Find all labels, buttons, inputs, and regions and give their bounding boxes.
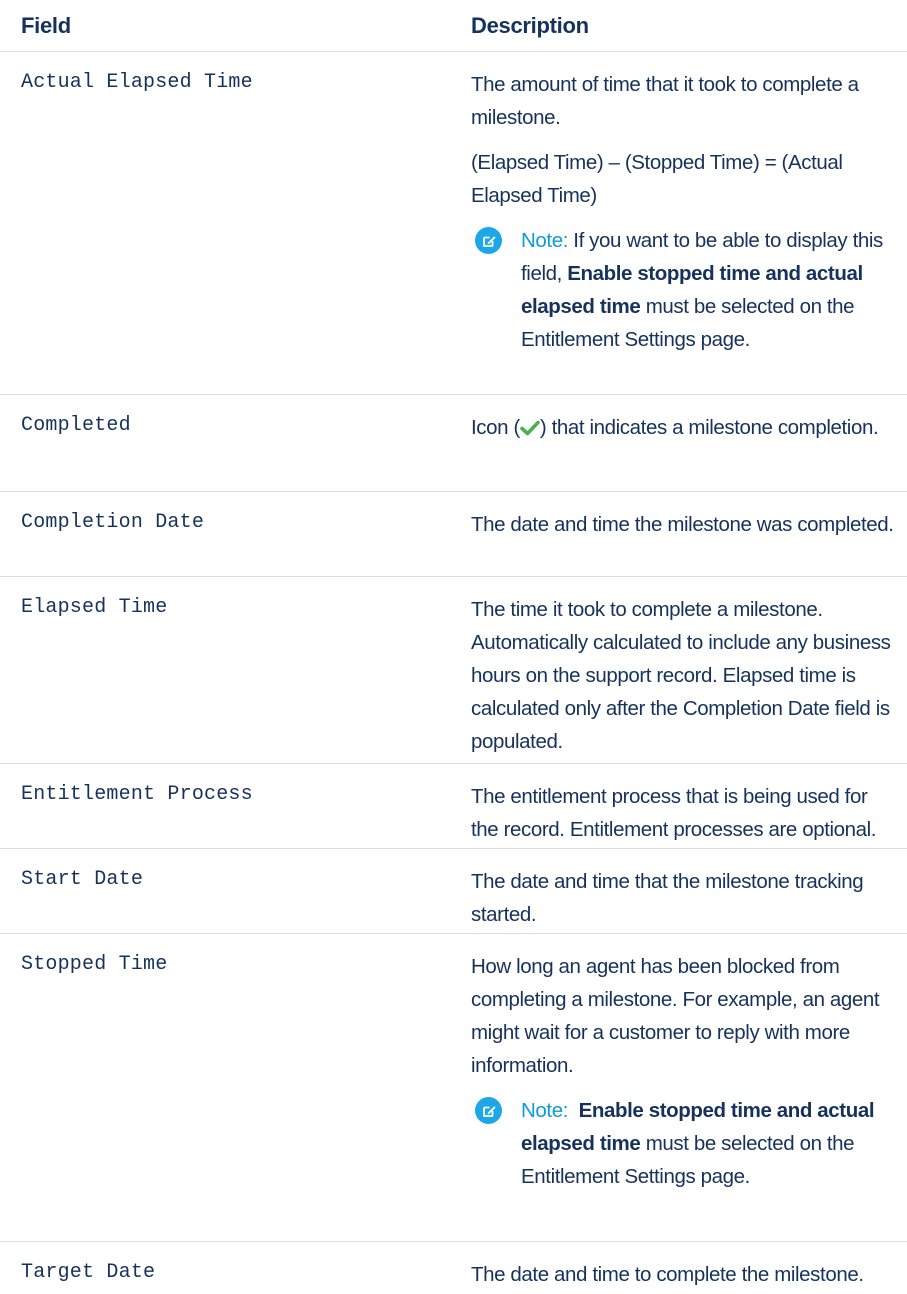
edit-note-icon — [475, 1097, 502, 1124]
table-row: Start Date The date and time that the mi… — [0, 849, 907, 934]
note-label: Note: — [521, 1099, 568, 1122]
description-text: The date and time to complete the milest… — [471, 1263, 864, 1286]
fields-table: Field Description Actual Elapsed Time Th… — [0, 0, 907, 1294]
field-description: Icon ( ) that indicates a milestone compl… — [471, 395, 907, 491]
field-name: Completion Date — [21, 511, 205, 534]
table-header: Field Description — [0, 0, 907, 52]
edit-note-icon — [475, 227, 502, 254]
description-text: The date and time that the milestone tra… — [471, 870, 864, 926]
table-row: Actual Elapsed Time The amount of time t… — [0, 52, 907, 395]
field-name: Elapsed Time — [21, 596, 168, 619]
note-callout: Note: Enable stopped time and actual ela… — [471, 1094, 899, 1193]
description-post: ) that indicates a milestone completion. — [539, 416, 879, 439]
description-text: The amount of time that it took to compl… — [471, 73, 859, 129]
field-description: The amount of time that it took to compl… — [471, 52, 907, 394]
description-text: The time it took to complete a milestone… — [471, 598, 891, 753]
description-text: The date and time the milestone was comp… — [471, 513, 894, 536]
description-text: The entitlement process that is being us… — [471, 785, 877, 841]
field-name: Entitlement Process — [21, 783, 253, 806]
field-name: Completed — [21, 414, 131, 437]
note-body: Note: If you want to be able to display … — [521, 224, 899, 356]
note-callout: Note: If you want to be able to display … — [471, 224, 899, 356]
field-description: The date and time the milestone was comp… — [471, 492, 907, 576]
field-description: The date and time to complete the milest… — [471, 1242, 907, 1294]
field-name: Stopped Time — [21, 953, 168, 976]
note-label: Note: — [521, 229, 568, 252]
field-name: Start Date — [21, 868, 144, 891]
formula-text: (Elapsed Time) – (Stopped Time) = (Actua… — [471, 151, 843, 207]
field-name: Actual Elapsed Time — [21, 71, 253, 94]
field-description: The date and time that the milestone tra… — [471, 849, 907, 933]
table-row: Elapsed Time The time it took to complet… — [0, 577, 907, 764]
table-row: Completion Date The date and time the mi… — [0, 492, 907, 577]
description-pre: Icon ( — [471, 416, 520, 439]
table-row: Target Date The date and time to complet… — [0, 1242, 907, 1294]
description-text: How long an agent has been blocked from … — [471, 955, 880, 1077]
header-description: Description — [471, 12, 589, 38]
header-field: Field — [21, 12, 71, 38]
field-description: The time it took to complete a milestone… — [471, 577, 907, 763]
field-name: Target Date — [21, 1261, 156, 1284]
table-row: Completed Icon ( ) that indicates a miles… — [0, 395, 907, 492]
note-body: Note: Enable stopped time and actual ela… — [521, 1094, 899, 1193]
table-row: Entitlement Process The entitlement proc… — [0, 764, 907, 849]
green-checkmark-icon — [520, 413, 540, 436]
field-description: The entitlement process that is being us… — [471, 764, 907, 848]
description-text: Icon ( ) that indicates a milestone compl… — [471, 411, 899, 444]
field-description: How long an agent has been blocked from … — [471, 934, 907, 1241]
table-row: Stopped Time How long an agent has been … — [0, 934, 907, 1242]
